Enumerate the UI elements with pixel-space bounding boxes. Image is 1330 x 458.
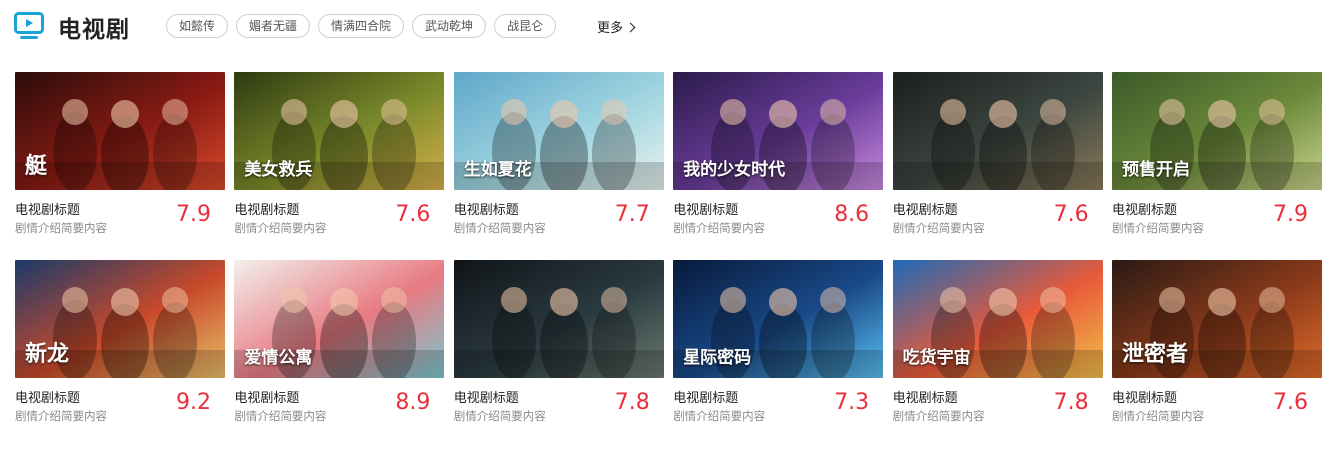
card-description: 剧情介绍简要内容 (15, 221, 107, 235)
card-description: 剧情介绍简要内容 (673, 221, 766, 235)
card-description: 剧情介绍简要内容 (1112, 409, 1204, 423)
rating-score: 7.6 (1053, 202, 1089, 227)
tag-item[interactable]: 战昆仑 (494, 14, 557, 38)
card-description: 剧情介绍简要内容 (453, 409, 546, 423)
card-description: 剧情介绍简要内容 (453, 221, 546, 235)
poster-image[interactable] (453, 260, 664, 378)
tv-show-card[interactable]: 泄密者电视剧标题剧情介绍简要内容 7.6 (1112, 260, 1322, 428)
tv-show-card[interactable]: 预售开启电视剧标题剧情介绍简要内容 7.9 (1112, 72, 1322, 240)
tv-show-card[interactable]: 新龙电视剧标题剧情介绍简要内容 9.2 (15, 260, 225, 428)
poster-image[interactable]: 吃货宇宙 (892, 260, 1103, 378)
poster-title-text: 新龙 (25, 342, 70, 367)
card-title[interactable]: 电视剧标题 (454, 199, 519, 218)
rating-score: 9.2 (176, 390, 211, 415)
more-link[interactable]: 更多 (597, 17, 636, 36)
card-title[interactable]: 电视剧标题 (15, 199, 80, 218)
poster-title-text: 爱情公寓 (244, 348, 313, 368)
poster-title-text: 吃货宇宙 (902, 348, 971, 368)
card-description: 剧情介绍简要内容 (892, 221, 985, 235)
rating-score: 7.7 (614, 202, 650, 227)
tv-show-card[interactable]: 吃货宇宙电视剧标题剧情介绍简要内容 7.8 (892, 260, 1103, 428)
card-description: 剧情介绍简要内容 (234, 221, 327, 235)
poster-title-text: 生如夏花 (463, 160, 532, 180)
poster-image[interactable]: 爱情公寓 (234, 260, 445, 378)
rating-score: 8.9 (395, 390, 431, 415)
card-title[interactable]: 电视剧标题 (1112, 387, 1177, 406)
card-title[interactable]: 电视剧标题 (454, 387, 519, 406)
rating-score: 7.8 (1053, 390, 1089, 415)
card-title[interactable]: 电视剧标题 (1112, 199, 1177, 218)
rating-score: 7.9 (176, 202, 211, 227)
tag-list: 如懿传 媚者无疆 情满四合院 武动乾坤 战昆仑 (166, 14, 557, 38)
tv-show-card[interactable]: 电视剧标题剧情介绍简要内容 7.6 (892, 72, 1103, 240)
rating-score: 7.8 (614, 390, 650, 415)
card-title[interactable]: 电视剧标题 (893, 387, 958, 406)
poster-title-text: 我的少女时代 (683, 160, 786, 180)
poster-image[interactable]: 生如夏花 (453, 72, 664, 190)
poster-image[interactable]: 新龙 (15, 260, 225, 378)
tv-show-card[interactable]: 爱情公寓电视剧标题剧情介绍简要内容 8.9 (234, 260, 445, 428)
more-label: 更多 (597, 21, 624, 36)
rating-score: 7.3 (834, 390, 870, 415)
card-title[interactable]: 电视剧标题 (673, 387, 738, 406)
poster-image[interactable]: 星际密码 (673, 260, 884, 378)
section-header: 电视剧 如懿传 媚者无疆 情满四合院 武动乾坤 战昆仑 更多 (14, 8, 1314, 44)
section-title: 电视剧 (58, 17, 130, 43)
poster-image[interactable] (892, 72, 1103, 190)
poster-image[interactable]: 预售开启 (1112, 72, 1322, 190)
poster-image[interactable]: 泄密者 (1112, 260, 1322, 378)
tv-show-card[interactable]: 星际密码电视剧标题剧情介绍简要内容 7.3 (673, 260, 884, 428)
card-title[interactable]: 电视剧标题 (234, 199, 299, 218)
tv-show-card[interactable]: 我的少女时代电视剧标题剧情介绍简要内容 8.6 (673, 72, 884, 240)
card-description: 剧情介绍简要内容 (234, 409, 327, 423)
card-title[interactable]: 电视剧标题 (673, 199, 738, 218)
chevron-right-icon (625, 22, 636, 33)
poster-title-text: 预售开启 (1122, 160, 1190, 180)
card-title[interactable]: 电视剧标题 (893, 199, 958, 218)
rating-score: 7.9 (1273, 202, 1308, 227)
poster-title-text: 艇 (25, 154, 48, 179)
rating-score: 7.6 (395, 202, 431, 227)
tag-item[interactable]: 武动乾坤 (412, 14, 487, 38)
poster-image[interactable]: 美女救兵 (234, 72, 445, 190)
card-description: 剧情介绍简要内容 (1112, 221, 1204, 235)
poster-title-text: 美女救兵 (244, 160, 313, 180)
card-description: 剧情介绍简要内容 (15, 409, 107, 423)
tag-item[interactable]: 媚者无疆 (236, 14, 311, 38)
card-title[interactable]: 电视剧标题 (234, 387, 299, 406)
rating-score: 7.6 (1273, 390, 1308, 415)
tag-item[interactable]: 如懿传 (166, 14, 229, 38)
tv-show-card[interactable]: 艇电视剧标题剧情介绍简要内容 7.9 (15, 72, 225, 240)
rating-score: 8.6 (834, 202, 870, 227)
poster-image[interactable]: 艇 (15, 72, 225, 190)
card-description: 剧情介绍简要内容 (673, 409, 766, 423)
tv-show-card[interactable]: 电视剧标题剧情介绍简要内容 7.8 (453, 260, 664, 428)
tag-item[interactable]: 情满四合院 (318, 14, 405, 38)
poster-image[interactable]: 我的少女时代 (673, 72, 884, 190)
card-title[interactable]: 电视剧标题 (15, 387, 80, 406)
tv-icon (14, 12, 44, 39)
tv-show-card[interactable]: 生如夏花电视剧标题剧情介绍简要内容 7.7 (453, 72, 664, 240)
poster-title-text: 泄密者 (1122, 342, 1189, 367)
tv-show-card[interactable]: 美女救兵电视剧标题剧情介绍简要内容 7.6 (234, 72, 445, 240)
poster-title-text: 星际密码 (683, 348, 752, 368)
card-description: 剧情介绍简要内容 (892, 409, 985, 423)
